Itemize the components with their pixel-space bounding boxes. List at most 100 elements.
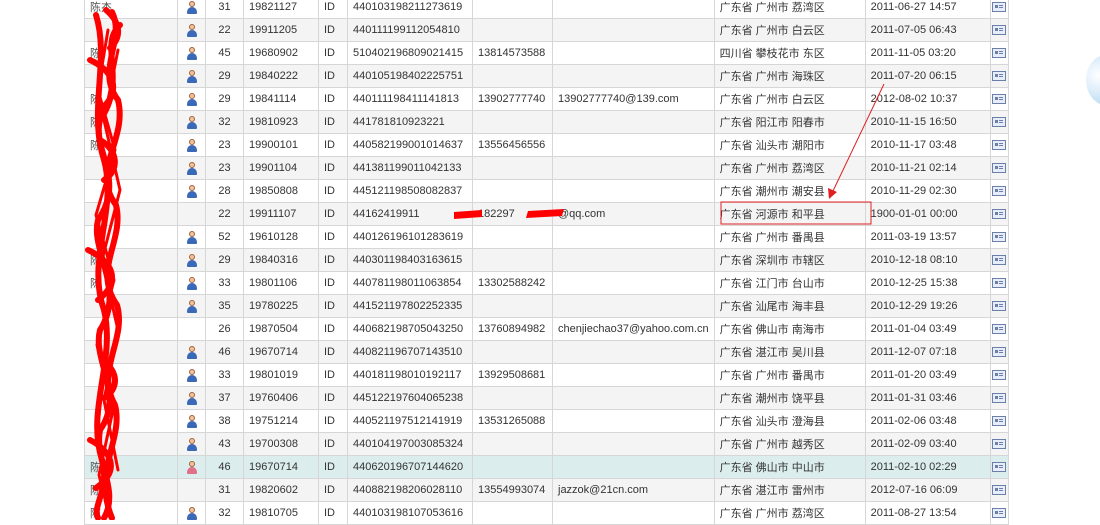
view-card-icon[interactable] — [992, 439, 1007, 450]
phone-cell — [472, 0, 553, 19]
action-cell[interactable] — [989, 455, 1009, 479]
action-cell[interactable] — [989, 41, 1009, 65]
table-row[interactable]: 35 19780225 ID 441521197802252335 广东省 汕尾市 海丰… — [84, 294, 1009, 318]
view-card-icon[interactable] — [992, 25, 1007, 36]
view-card-icon[interactable] — [992, 393, 1007, 404]
id-number-cell: 441381199011042133 — [347, 156, 473, 180]
gender-cell — [177, 156, 206, 180]
action-cell[interactable] — [989, 501, 1009, 525]
action-cell[interactable] — [989, 386, 1009, 410]
action-cell[interactable] — [989, 179, 1009, 203]
address-cell: 广东省 广州市 番禺县 — [713, 225, 866, 249]
id-type-cell: ID — [318, 501, 348, 525]
table-row[interactable]: 陈 46 19670714 ID 440620196707144620 广东省 佛山市 中… — [84, 455, 1009, 479]
phone-cell — [472, 432, 553, 456]
table-row[interactable]: 38 19751214 ID 440521197512141919 1353126508… — [84, 409, 1009, 433]
action-cell[interactable] — [989, 0, 1009, 19]
view-card-icon[interactable] — [992, 301, 1007, 312]
age-cell: 23 — [205, 133, 244, 157]
male-user-icon — [186, 0, 198, 14]
action-cell[interactable] — [989, 432, 1009, 456]
view-card-icon[interactable] — [992, 370, 1007, 381]
view-card-icon[interactable] — [992, 416, 1007, 427]
name-cell — [84, 409, 178, 433]
table-row[interactable]: 37 19760406 ID 445122197604065238 广东省 潮州市 饶平… — [84, 386, 1009, 410]
email-cell — [552, 432, 715, 456]
action-cell[interactable] — [989, 110, 1009, 134]
table-row[interactable]: 陈 31 19820602 ID 440882198206028110 135549930… — [84, 478, 1009, 502]
name-cell — [84, 179, 178, 203]
table-row[interactable]: 28 19850808 ID 445121198508082837 广东省 潮州市 潮安… — [84, 179, 1009, 203]
table-row[interactable]: 陈 29 19841114 ID 440111198411141813 139027777… — [84, 87, 1009, 111]
view-card-icon[interactable] — [992, 163, 1007, 174]
birthdate-cell: 19610128 — [243, 225, 319, 249]
action-cell[interactable] — [989, 87, 1009, 111]
action-cell[interactable] — [989, 294, 1009, 318]
view-card-icon[interactable] — [992, 117, 1007, 128]
view-card-icon[interactable] — [992, 278, 1007, 289]
id-number-cell: 440111199112054810 — [347, 18, 473, 42]
gender-cell — [177, 363, 206, 387]
table-row[interactable]: 22 19911107 ID 44162419911 182297 @qq.com 广东省 … — [84, 202, 1009, 226]
address-cell: 广东省 广州市 荔湾区 — [713, 0, 866, 19]
name-cell — [84, 156, 178, 180]
view-card-icon[interactable] — [992, 324, 1007, 335]
table-row[interactable]: 陈 32 19810705 ID 440103198107053616 广东省 广州市 荔… — [84, 501, 1009, 525]
name-cell: 陈 — [84, 501, 178, 525]
male-user-icon — [186, 506, 198, 520]
view-card-icon[interactable] — [992, 71, 1007, 82]
id-number-cell: 445121198508082837 — [347, 179, 473, 203]
table-row[interactable]: 52 19610128 ID 440126196101283619 广东省 广州市 番禺… — [84, 225, 1009, 249]
table-row[interactable]: 陈 33 19801106 ID 440781198011063854 133025882… — [84, 271, 1009, 295]
id-type-cell: ID — [318, 386, 348, 410]
table-row[interactable]: 29 19840222 ID 440105198402225751 广东省 广州市 海珠… — [84, 64, 1009, 88]
view-card-icon[interactable] — [992, 347, 1007, 358]
view-card-icon[interactable] — [992, 94, 1007, 105]
action-cell[interactable] — [989, 156, 1009, 180]
table-row[interactable]: 43 19700308 ID 440104197003085324 广东省 广州市 越秀… — [84, 432, 1009, 456]
age-cell: 29 — [205, 248, 244, 272]
address-cell: 广东省 广州市 越秀区 — [713, 432, 866, 456]
action-cell[interactable] — [989, 363, 1009, 387]
action-cell[interactable] — [989, 340, 1009, 364]
table-row[interactable]: 33 19801019 ID 440181198010192117 1392950868… — [84, 363, 1009, 387]
view-card-icon[interactable] — [992, 186, 1007, 197]
view-card-icon[interactable] — [992, 255, 1007, 266]
name-cell — [84, 340, 178, 364]
view-card-icon[interactable] — [992, 485, 1007, 496]
table-row[interactable]: 陈 23 19900101 ID 440582199001014637 135564565… — [84, 133, 1009, 157]
view-card-icon[interactable] — [992, 209, 1007, 220]
action-cell[interactable] — [989, 202, 1009, 226]
table-row[interactable]: 26 19870504 ID 440682198705043250 1376089498… — [84, 317, 1009, 341]
table-row[interactable]: 46 19670714 ID 440821196707143510 广东省 湛江市 吴川… — [84, 340, 1009, 364]
view-card-icon[interactable] — [992, 48, 1007, 59]
action-cell[interactable] — [989, 271, 1009, 295]
view-card-icon[interactable] — [992, 2, 1007, 13]
time-cell: 2010-11-17 03:48 — [864, 133, 991, 157]
address-cell: 广东省 广州市 番禺市 — [713, 363, 866, 387]
table-row[interactable]: 23 19901104 ID 441381199011042133 广东省 广州市 荔湾… — [84, 156, 1009, 180]
view-card-icon[interactable] — [992, 462, 1007, 473]
action-cell[interactable] — [989, 133, 1009, 157]
view-card-icon[interactable] — [992, 508, 1007, 519]
view-card-icon[interactable] — [992, 140, 1007, 151]
address-cell: 广东省 广州市 白云区 — [713, 18, 866, 42]
gender-cell — [177, 110, 206, 134]
action-cell[interactable] — [989, 225, 1009, 249]
phone-cell — [472, 248, 553, 272]
action-cell[interactable] — [989, 409, 1009, 433]
table-row[interactable]: 陈杰 31 19821127 ID 440103198211273619 广东省 广州市 … — [84, 0, 1009, 19]
action-cell[interactable] — [989, 18, 1009, 42]
id-type-cell: ID — [318, 478, 348, 502]
table-row[interactable]: 陈 45 19680902 ID 510402196809021415 138145735… — [84, 41, 1009, 65]
gender-cell — [177, 455, 206, 479]
email-cell — [552, 133, 715, 157]
action-cell[interactable] — [989, 478, 1009, 502]
action-cell[interactable] — [989, 64, 1009, 88]
table-row[interactable]: 陈 32 19810923 ID 441781810923221 广东省 阳江市 阳春市 2… — [84, 110, 1009, 134]
action-cell[interactable] — [989, 317, 1009, 341]
table-row[interactable]: 陈 29 19840316 ID 440301198403163615 广东省 深圳市 市… — [84, 248, 1009, 272]
action-cell[interactable] — [989, 248, 1009, 272]
view-card-icon[interactable] — [992, 232, 1007, 243]
table-row[interactable]: 22 19911205 ID 440111199112054810 广东省 广州市 白云… — [84, 18, 1009, 42]
